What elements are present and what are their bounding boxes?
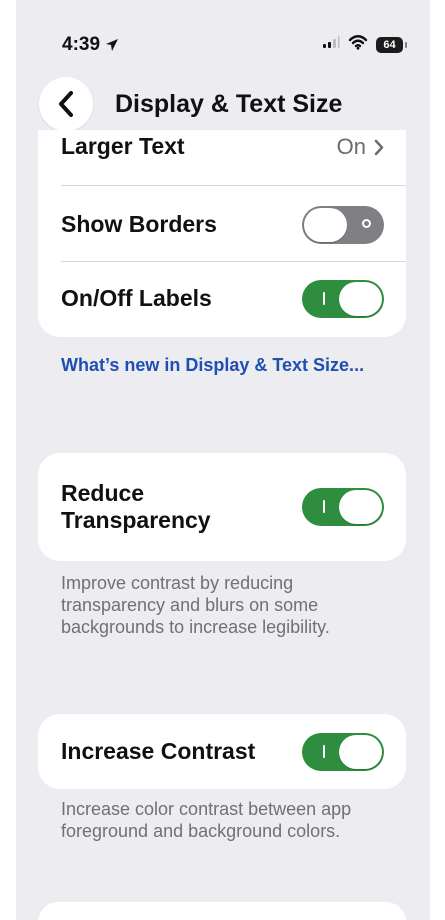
wifi-icon (348, 34, 368, 55)
larger-text-label: Larger Text (61, 133, 185, 160)
toggle-on-label-icon (323, 292, 325, 305)
status-icons: 64 (322, 34, 407, 55)
on-off-labels-row: On/Off Labels (38, 262, 406, 336)
larger-text-value: On (336, 134, 366, 159)
increase-contrast-description: Increase color contrast between app fore… (61, 799, 352, 841)
reduce-transparency-toggle[interactable] (302, 488, 384, 526)
toggle-on-label-icon (323, 744, 325, 758)
status-time-group: 4:39 (62, 34, 119, 56)
toggle-knob (339, 734, 382, 769)
increase-contrast-row: Increase Contrast (38, 714, 406, 789)
display-options-card: Larger Text On Show Borders On/Off Label… (38, 130, 406, 337)
increase-contrast-label: Increase Contrast (61, 737, 256, 764)
reduce-transparency-label: Reduce Transparency (61, 479, 211, 533)
row-divider (61, 185, 406, 186)
larger-text-value-group: On (337, 134, 384, 160)
settings-screen: 4:39 64 Display & Text Size Larger Text … (16, 0, 430, 920)
reduce-transparency-row: Reduce Transparency (38, 453, 406, 561)
signal-icon (322, 35, 340, 54)
reduce-transparency-description: Improve contrast by reducing transparenc… (61, 573, 330, 637)
next-settings-card (38, 902, 406, 920)
toggle-off-label-icon (362, 219, 371, 228)
show-borders-toggle[interactable] (302, 206, 384, 244)
toggle-knob (339, 282, 382, 316)
show-borders-label: Show Borders (61, 211, 217, 238)
page-title: Display & Text Size (115, 89, 343, 118)
larger-text-row[interactable]: Larger Text On (38, 130, 406, 184)
display-text-size-link[interactable]: What’s new in Display & Text Size... (61, 354, 381, 377)
back-button[interactable] (39, 77, 93, 131)
battery-icon: 64 (376, 36, 407, 53)
on-off-labels-toggle[interactable] (302, 280, 384, 318)
increase-contrast-toggle[interactable] (302, 732, 384, 771)
toggle-on-label-icon (323, 500, 325, 513)
chevron-right-icon (374, 139, 384, 156)
show-borders-row: Show Borders (38, 188, 406, 262)
toggle-knob (339, 490, 382, 524)
status-time: 4:39 (62, 34, 101, 55)
back-chevron-icon (57, 90, 75, 118)
navigation-bar: Display & Text Size (39, 77, 399, 131)
location-icon (105, 38, 119, 52)
status-bar: 4:39 64 (16, 0, 430, 80)
reduce-transparency-card: Reduce Transparency (38, 453, 406, 561)
increase-contrast-card: Increase Contrast (38, 714, 406, 789)
on-off-labels-label: On/Off Labels (61, 285, 212, 312)
toggle-knob (304, 208, 347, 242)
